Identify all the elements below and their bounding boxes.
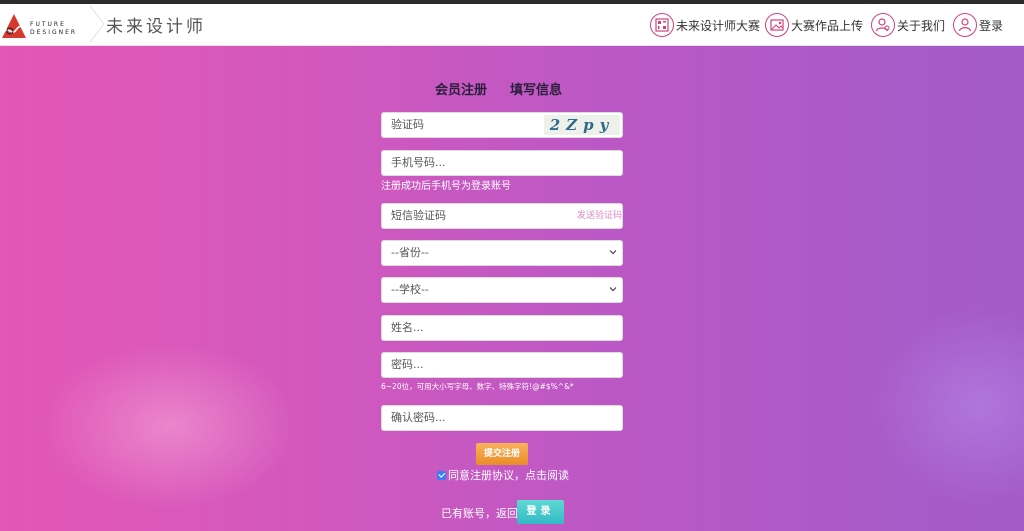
image-upload-icon [765,13,789,37]
nav-item-about[interactable]: 关于我们 [871,11,945,39]
site-title[interactable]: 未来设计师 [106,12,206,37]
nav-item-contest[interactable]: 未来设计师大赛 [650,11,760,39]
nav-label-login: 登录 [979,18,1004,33]
confirm-password-placeholder: 确认密码... [391,411,446,424]
sms-code-placeholder: 短信验证码 [391,209,446,222]
captcha-placeholder: 验证码 [391,118,424,131]
phone-hint: 注册成功后手机号为登录账号 [381,181,511,192]
chevron-down-icon [609,250,617,255]
confirm-password-input[interactable]: 确认密码... [381,405,623,431]
logo-mark-icon [2,14,27,38]
form-title-step: 填写信息 [510,83,563,98]
logo-text: FUTURE DESIGNER [30,21,77,37]
school-select[interactable]: --学校-- [381,277,623,303]
form-title-member: 会员注册 [435,83,488,98]
header-divider [89,6,105,42]
login-button[interactable]: 登录 [517,500,564,524]
site-header: FUTURE DESIGNER 未来设计师 未来设计师大赛 大赛作品上传 关于我… [0,4,1024,46]
logo[interactable]: FUTURE DESIGNER [0,8,90,42]
password-input[interactable]: 密码... [381,352,623,378]
sms-code-input[interactable]: 短信验证码 发送验证码 [381,203,623,229]
submit-register-button[interactable]: 提交注册 [476,443,528,465]
school-selected-value: --学校-- [391,283,429,296]
send-sms-code-link[interactable]: 发送验证码 [577,204,622,228]
password-placeholder: 密码... [391,358,424,371]
name-placeholder: 姓名... [391,321,424,334]
password-hint: 6~20位，可用大小写字母、数字、特殊字符!@#$%^&* [381,382,574,391]
nav-label-about: 关于我们 [897,18,946,33]
nav-item-upload[interactable]: 大赛作品上传 [765,11,863,39]
team-icon [871,13,895,37]
logo-text-line1: FUTURE [30,21,66,28]
province-selected-value: --省份-- [391,246,429,259]
agree-checkbox[interactable] [437,470,446,480]
qr-code-icon [650,13,674,37]
phone-placeholder: 手机号码... [391,156,446,169]
captcha-image[interactable]: 2Zpy [544,115,620,135]
has-account-text: 已有账号，返回 [441,507,518,520]
captcha-input[interactable]: 验证码 2Zpy [381,112,623,138]
agreement-row: 同意注册协议，点击阅读 [437,467,569,483]
nav-item-login[interactable]: 登录 [953,11,1003,39]
phone-input[interactable]: 手机号码... [381,150,623,176]
logo-text-line2: DESIGNER [30,29,78,36]
user-icon [953,13,977,37]
name-input[interactable]: 姓名... [381,315,623,341]
province-select[interactable]: --省份-- [381,240,623,266]
nav-label-contest: 未来设计师大赛 [676,18,761,33]
nav-label-upload: 大赛作品上传 [791,18,864,33]
chevron-down-icon [609,287,617,292]
agree-label[interactable]: 同意注册协议，点击阅读 [448,467,569,483]
